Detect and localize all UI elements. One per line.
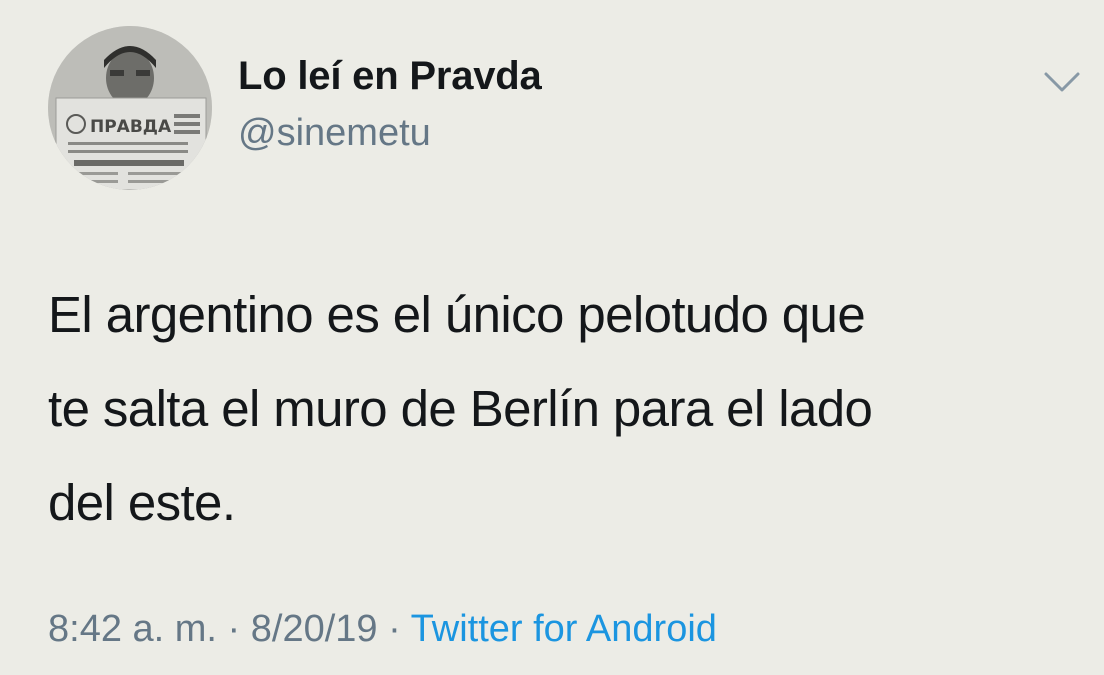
tweet-card: ПРАВДА Lo leí en Pravda @sinemetu El arg… (0, 0, 1104, 675)
user-handle[interactable]: @sinemetu (238, 112, 431, 155)
chevron-down-icon[interactable] (1040, 64, 1084, 100)
display-name[interactable]: Lo leí en Pravda (238, 54, 542, 99)
meta-separator: · (388, 608, 401, 650)
tweet-text-line: El argentino es el único pelotudo que (48, 286, 866, 343)
tweet-meta: 8:42 a. m. · 8/20/19 · Twitter for Andro… (48, 608, 717, 651)
avatar-photo: ПРАВДА (48, 26, 212, 190)
tweet-text-line: te salta el muro de Berlín para el lado (48, 380, 873, 437)
meta-separator: · (227, 608, 241, 650)
tweet-text: El argentino es el único pelotudo que te… (48, 268, 1088, 550)
tweet-time[interactable]: 8:42 a. m. (48, 608, 217, 650)
tweet-date[interactable]: 8/20/19 (251, 608, 378, 650)
tweet-source-link[interactable]: Twitter for Android (411, 608, 717, 650)
tweet-text-line: del este. (48, 474, 236, 531)
avatar[interactable]: ПРАВДА (48, 26, 212, 190)
avatar-newspaper-title: ПРАВДА (90, 117, 172, 137)
